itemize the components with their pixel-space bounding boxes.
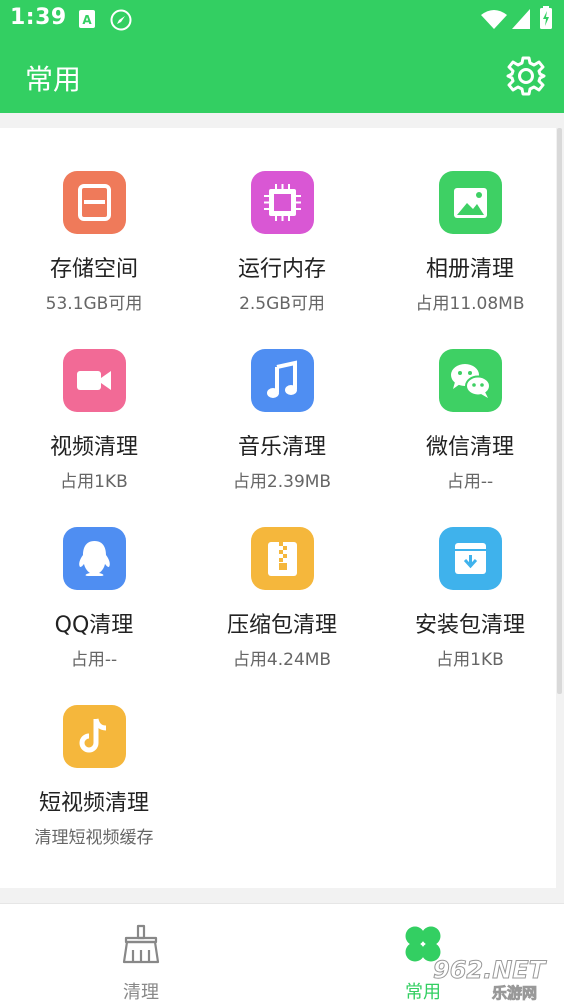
- tile-icon-bg: [63, 171, 126, 234]
- tile-sub: 占用2.39MB: [232, 472, 332, 492]
- tile-icon-bg: [251, 349, 314, 412]
- tile-name: 相册清理: [425, 257, 514, 282]
- tile-sub: 2.5GB可用: [239, 294, 325, 314]
- tile-album[interactable]: 相册清理 占用11.08MB: [376, 171, 564, 331]
- tile-icon-bg: [439, 171, 502, 234]
- tile-name: 微信清理: [425, 435, 514, 460]
- video-camera-icon: [77, 371, 111, 390]
- top-header: 1:39 A 常用: [0, 0, 564, 113]
- watermark-big: 962.NET: [433, 956, 547, 984]
- image-icon: [454, 188, 487, 218]
- tile-short-video[interactable]: 短视频清理 清理短视频缓存: [0, 705, 188, 865]
- tile-name: QQ清理: [54, 613, 134, 638]
- tile-icon-bg: [439, 527, 502, 590]
- tile-memory[interactable]: 运行内存 2.5GB可用: [188, 171, 376, 331]
- tile-name: 运行内存: [237, 257, 326, 282]
- tile-sub: 占用11.08MB: [415, 294, 525, 314]
- tile-name: 存储空间: [49, 257, 138, 282]
- rocket-icon: [110, 9, 132, 31]
- tile-name: 压缩包清理: [226, 613, 337, 638]
- tile-sub: 清理短视频缓存: [34, 828, 154, 848]
- tile-sub: 53.1GB可用: [45, 294, 143, 314]
- tile-sub: 占用1KB: [436, 650, 504, 670]
- tile-storage[interactable]: 存储空间 53.1GB可用: [0, 171, 188, 331]
- svg-text:A: A: [82, 13, 92, 27]
- tile-sub: 占用1KB: [60, 472, 128, 492]
- tile-icon-bg: [251, 527, 314, 590]
- tile-sub: 占用--: [70, 650, 118, 670]
- scrollbar[interactable]: [557, 128, 562, 694]
- music-note-icon: [267, 360, 297, 398]
- qq-penguin-icon: [79, 541, 110, 576]
- download-box-icon: [455, 543, 486, 574]
- keyboard-a-icon: A: [79, 10, 95, 28]
- tools-grid: 存储空间 53.1GB可用 运行内存 2.5GB可用 相册清理 占用11.08M…: [0, 128, 556, 888]
- tile-icon-bg: [63, 527, 126, 590]
- tile-name: 音乐清理: [237, 435, 326, 460]
- tile-sub: 占用4.24MB: [232, 650, 332, 670]
- tile-apk[interactable]: 安装包清理 占用1KB: [376, 527, 564, 687]
- watermark-small: 乐游网: [492, 984, 537, 1001]
- tile-sub: 占用--: [446, 472, 494, 492]
- wechat-icon: [451, 364, 491, 398]
- watermark-logo: 962.NET 乐游网: [433, 956, 548, 1002]
- status-time: 1:39: [10, 5, 67, 30]
- tile-music[interactable]: 音乐清理 占用2.39MB: [188, 349, 376, 509]
- page-title: 常用: [25, 63, 82, 96]
- tiktok-icon: [79, 718, 107, 753]
- tile-video[interactable]: 视频清理 占用1KB: [0, 349, 188, 509]
- nav-tab-clean[interactable]: 清理: [0, 904, 282, 1004]
- tile-wechat[interactable]: 微信清理 占用--: [376, 349, 564, 509]
- wifi-icon: [481, 10, 507, 29]
- tile-icon-bg: [63, 349, 126, 412]
- tile-qq[interactable]: QQ清理 占用--: [0, 527, 188, 687]
- chip-icon: [264, 184, 301, 221]
- signal-icon: [512, 9, 530, 29]
- zip-icon: [268, 542, 297, 576]
- tile-zip[interactable]: 压缩包清理 占用4.24MB: [188, 527, 376, 687]
- battery-charging-icon: [540, 6, 552, 29]
- tile-icon-bg: [251, 171, 314, 234]
- broom-icon: [122, 924, 160, 964]
- tile-icon-bg: [63, 705, 126, 768]
- save-icon: [78, 184, 111, 221]
- tile-name: 视频清理: [49, 435, 138, 460]
- tile-icon-bg: [439, 349, 502, 412]
- tile-name: 短视频清理: [38, 791, 149, 816]
- status-bar: 1:39 A: [0, 0, 564, 38]
- settings-gear-icon[interactable]: [504, 54, 548, 98]
- nav-label-clean: 清理: [123, 982, 159, 1003]
- tile-name: 安装包清理: [414, 613, 525, 638]
